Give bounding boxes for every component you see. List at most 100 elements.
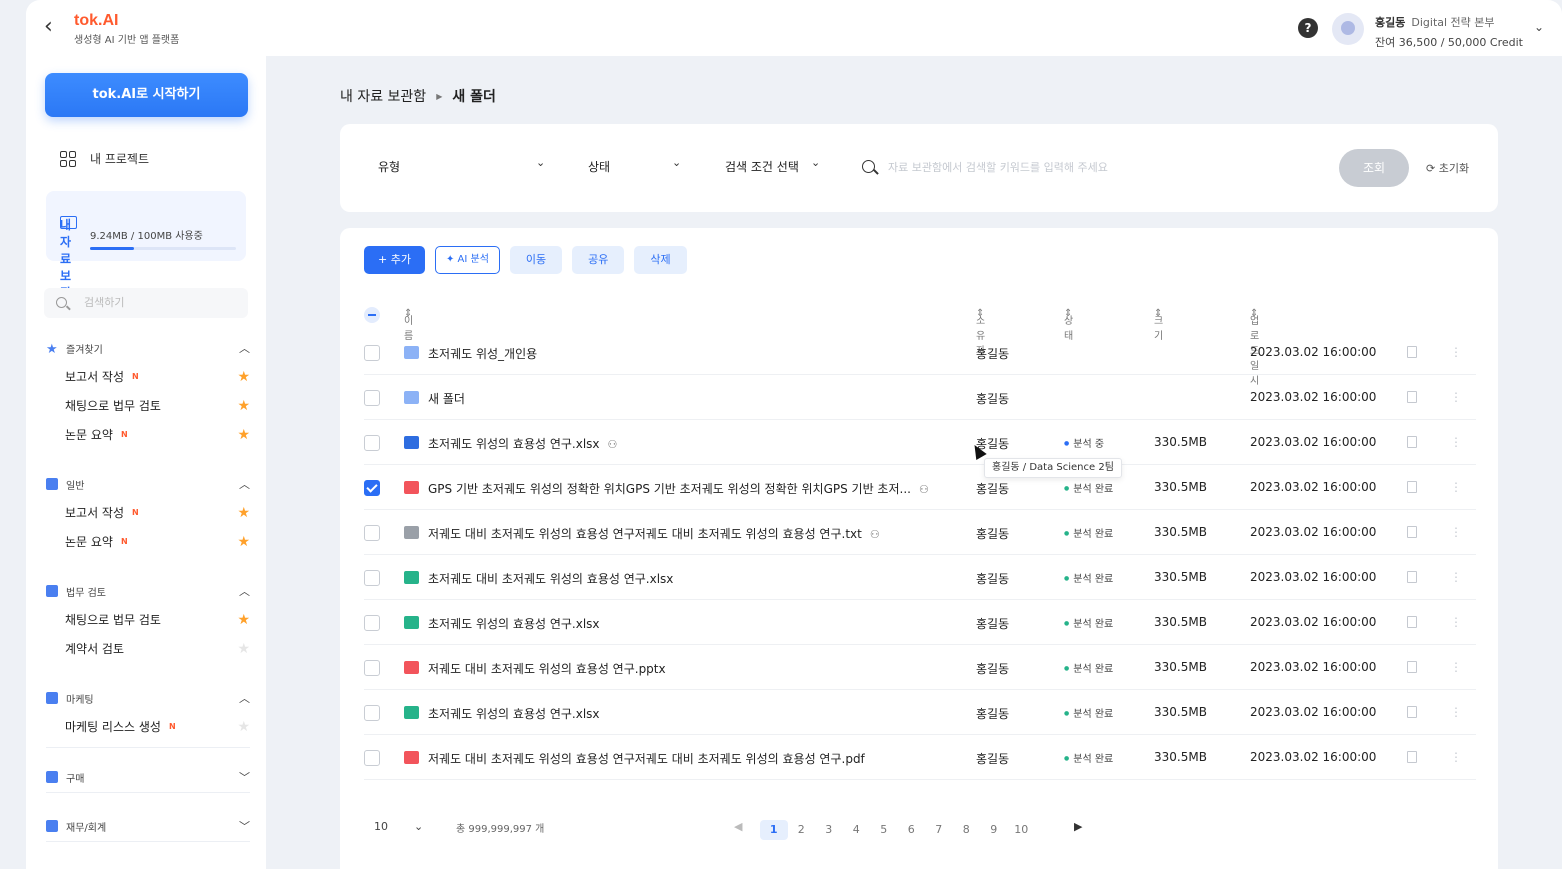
row-checkbox[interactable] [364,435,380,451]
file-name-cell[interactable]: 초저궤도 위성의 효용성 연구.xlsx [428,705,600,722]
sidebar-section-header[interactable]: 법무 검토 ︿ [46,582,250,600]
page-size-select[interactable]: 10 ⌄ [374,820,423,833]
more-options-icon[interactable]: ⋮ [1450,615,1462,629]
sidebar-app-item[interactable]: 채팅으로 법무 검토 ★ [46,605,250,634]
column-owner[interactable]: 소유자 ⇕ [976,308,985,357]
ai-analysis-button[interactable]: ✦ AI 분석 [434,246,500,274]
favorite-star-icon[interactable]: ★ [237,505,250,521]
favorite-star-icon[interactable]: ★ [237,398,250,414]
table-row[interactable]: 초저궤도 위성의 효용성 연구.xlsx⚇홍길동분석 중330.5MB2023.… [364,420,1476,465]
sidebar-app-item[interactable]: 논문 요약 N ★ [46,420,250,449]
file-name-cell[interactable]: 초저궤도 위성의 효용성 연구.xlsx [428,615,600,632]
share-button[interactable]: 공유 [572,246,625,274]
delete-button[interactable]: 삭제 [634,246,687,274]
favorite-star-icon[interactable]: ★ [237,427,250,443]
trash-icon[interactable] [1407,751,1417,763]
page-number[interactable]: 1 [760,820,788,840]
owner-cell[interactable]: 홍길동 [976,615,1009,632]
page-number[interactable]: 6 [898,820,926,840]
avatar[interactable] [1332,13,1364,45]
favorite-star-icon[interactable]: ★ [237,534,250,550]
row-checkbox[interactable] [364,480,380,496]
owner-cell[interactable]: 홍길동 [976,390,1009,407]
sidebar-item-projects[interactable]: 내 프로젝트 [60,150,149,167]
column-name[interactable]: 이름 ⇕ [404,308,413,342]
next-page-icon[interactable]: ▶ [1074,820,1082,833]
move-button[interactable]: 이동 [509,246,563,274]
page-number[interactable]: 10 [1008,820,1036,840]
more-options-icon[interactable]: ⋮ [1450,390,1462,404]
prev-page-icon[interactable]: ◀ [734,820,742,833]
table-row[interactable]: 저궤도 대비 초저궤도 위성의 효용성 연구저궤도 대비 초저궤도 위성의 효용… [364,510,1476,555]
add-button[interactable]: + 추가 [364,246,425,274]
type-select[interactable]: 유형 ⌄ [378,156,550,175]
favorite-star-icon[interactable]: ★ [237,641,250,657]
more-options-icon[interactable]: ⋮ [1450,705,1462,719]
owner-cell[interactable]: 홍길동 [976,705,1009,722]
file-name-cell[interactable]: 초저궤도 대비 초저궤도 위성의 효용성 연구.xlsx [428,570,673,587]
file-name-cell[interactable]: 저궤도 대비 초저궤도 위성의 효용성 연구.pptx [428,660,666,677]
owner-cell[interactable]: 홍길동 [976,345,1009,362]
page-number[interactable]: 2 [788,820,816,840]
table-row[interactable]: 저궤도 대비 초저궤도 위성의 효용성 연구저궤도 대비 초저궤도 위성의 효용… [364,735,1476,780]
owner-cell[interactable]: 홍길동 [976,570,1009,587]
status-select[interactable]: 상태 ⌄ [588,156,688,175]
row-checkbox[interactable] [364,345,380,361]
app-logo[interactable]: tok.AI 생성형 AI 기반 앱 플랫폼 [74,12,179,46]
column-status[interactable]: 상태 ⇕ [1064,308,1073,342]
favorite-star-icon[interactable]: ★ [237,369,250,385]
more-options-icon[interactable]: ⋮ [1450,525,1462,539]
page-number[interactable]: 9 [980,820,1008,840]
breadcrumb-root[interactable]: 내 자료 보관함 [340,86,426,106]
table-row[interactable]: 초저궤도 위성_개인용 홍길동 2023.03.02 16:00:00 ⋮ [364,330,1476,375]
sidebar-section-header[interactable]: 일반 ︿ [46,475,250,493]
sidebar-search-input[interactable]: 검색하기 [44,288,248,318]
reset-button[interactable]: ⟳ 초기화 [1426,160,1469,176]
row-checkbox[interactable] [364,390,380,406]
chevron-down-icon[interactable]: ⌄ [1534,20,1544,34]
file-name-cell[interactable]: 저궤도 대비 초저궤도 위성의 효용성 연구저궤도 대비 초저궤도 위성의 효용… [428,525,880,542]
table-row[interactable]: 초저궤도 대비 초저궤도 위성의 효용성 연구.xlsx 홍길동 분석 완료 330.… [364,555,1476,600]
row-checkbox[interactable] [364,615,380,631]
page-number[interactable]: 7 [925,820,953,840]
sidebar-app-item[interactable]: 보고서 작성 N ★ [46,498,250,527]
back-arrow-icon[interactable]: ‹ [44,14,60,40]
more-options-icon[interactable]: ⋮ [1450,435,1462,449]
trash-icon[interactable] [1407,346,1417,358]
table-row[interactable]: 초저궤도 위성의 효용성 연구.xlsx 홍길동 분석 완료 330.5MB 2023.… [364,600,1476,645]
trash-icon[interactable] [1407,571,1417,583]
sidebar-app-item[interactable]: 채팅으로 법무 검토 ★ [46,391,250,420]
select-all-checkbox[interactable] [364,307,380,323]
favorite-star-icon[interactable]: ★ [237,719,250,735]
file-name-cell[interactable]: 초저궤도 위성_개인용 [428,345,537,362]
page-number[interactable]: 8 [953,820,981,840]
row-checkbox[interactable] [364,750,380,766]
file-name-cell[interactable]: 새 폴더 [428,390,465,407]
sidebar-item-vault[interactable]: 내 자료 보관함 9.24MB / 100MB 사용중 [46,191,246,317]
page-number[interactable]: 4 [843,820,871,840]
table-row[interactable]: 저궤도 대비 초저궤도 위성의 효용성 연구.pptx 홍길동 분석 완료 330.5… [364,645,1476,690]
sidebar-section-header[interactable]: 마케팅 ︿ [46,689,250,707]
file-name-cell[interactable]: 저궤도 대비 초저궤도 위성의 효용성 연구저궤도 대비 초저궤도 위성의 효용… [428,750,865,767]
owner-cell[interactable]: 홍길동 [976,480,1009,497]
trash-icon[interactable] [1407,616,1417,628]
more-options-icon[interactable]: ⋮ [1450,480,1462,494]
sidebar-section-header[interactable]: 재무/회계 ﹀ [46,817,250,835]
trash-icon[interactable] [1407,436,1417,448]
row-checkbox[interactable] [364,570,380,586]
help-icon[interactable]: ? [1298,18,1318,38]
column-date[interactable]: 업로드 일시 ⇕ [1250,308,1259,387]
column-size[interactable]: 크기 ⇕ [1154,308,1163,342]
file-name-cell[interactable]: 초저궤도 위성의 효용성 연구.xlsx ⚇ [428,435,617,452]
start-tokai-button[interactable]: tok.AI로 시작하기 [45,73,248,117]
sidebar-section-header[interactable]: ★ 즐겨찾기 ︿ [46,339,250,357]
search-input[interactable] [888,154,1328,180]
more-options-icon[interactable]: ⋮ [1450,345,1462,359]
trash-icon[interactable] [1407,481,1417,493]
more-options-icon[interactable]: ⋮ [1450,750,1462,764]
query-button[interactable]: 조회 [1339,149,1409,187]
sidebar-app-item[interactable]: 마케팅 리스스 생성 N ★ [46,712,250,741]
favorite-star-icon[interactable]: ★ [237,612,250,628]
table-row[interactable]: 새 폴더 홍길동 2023.03.02 16:00:00 ⋮ [364,375,1476,420]
trash-icon[interactable] [1407,661,1417,673]
